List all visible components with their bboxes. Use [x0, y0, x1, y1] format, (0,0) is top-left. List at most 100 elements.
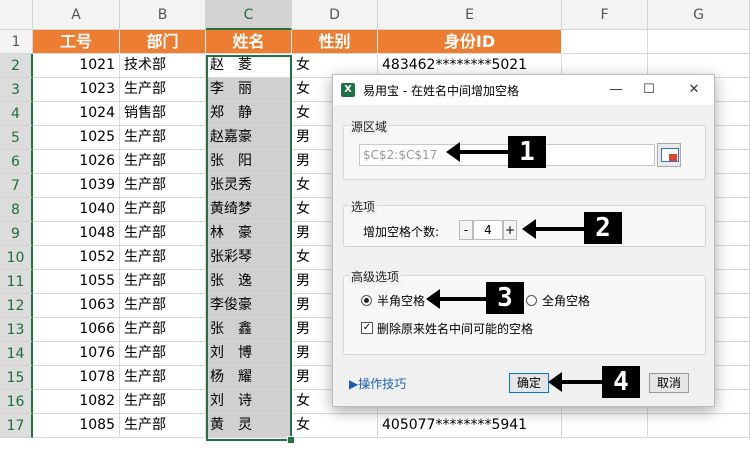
- remove-spaces-checkbox[interactable]: ✓: [361, 322, 373, 334]
- row-header-9[interactable]: 9: [0, 222, 33, 246]
- fill-handle[interactable]: [287, 436, 295, 444]
- cell-dept[interactable]: 生产部: [120, 390, 206, 414]
- half-width-radio[interactable]: [361, 295, 372, 306]
- cell-id[interactable]: 1039: [33, 174, 120, 198]
- cell-id[interactable]: 1076: [33, 342, 120, 366]
- cell-name[interactable]: 黄 灵: [206, 414, 292, 438]
- cell-name[interactable]: 郑 静: [206, 102, 292, 126]
- empty-cell[interactable]: [562, 414, 648, 438]
- cell-dept[interactable]: 生产部: [120, 414, 206, 438]
- cell-name[interactable]: 李 丽: [206, 78, 292, 102]
- cell-id[interactable]: 1026: [33, 150, 120, 174]
- cell-id[interactable]: 1052: [33, 246, 120, 270]
- row-header-5[interactable]: 5: [0, 126, 33, 150]
- empty-cell[interactable]: [562, 30, 648, 54]
- cell-name[interactable]: 赵嘉豪: [206, 126, 292, 150]
- cell-name[interactable]: 黄绮梦: [206, 198, 292, 222]
- cell-id[interactable]: 1024: [33, 102, 120, 126]
- source-range-input[interactable]: $C$2:$C$17: [359, 144, 655, 166]
- row-header-2[interactable]: 2: [0, 54, 33, 78]
- row-header-8[interactable]: 8: [0, 198, 33, 222]
- cell-name[interactable]: 张 阳: [206, 150, 292, 174]
- maximize-button[interactable]: ☐: [636, 79, 662, 101]
- cell-dept[interactable]: 销售部: [120, 102, 206, 126]
- row-header-4[interactable]: 4: [0, 102, 33, 126]
- minimize-button[interactable]: —: [603, 79, 629, 101]
- column-header-d[interactable]: D: [292, 0, 378, 30]
- cell-dept[interactable]: 生产部: [120, 366, 206, 390]
- header-cell-id[interactable]: 工号: [33, 30, 120, 54]
- cell-dept[interactable]: 生产部: [120, 342, 206, 366]
- cell-id[interactable]: 1066: [33, 318, 120, 342]
- column-header-c[interactable]: C: [206, 0, 292, 30]
- dialog-titlebar[interactable]: X 易用宝 - 在姓名中间增加空格 — ☐ ✕: [333, 75, 714, 105]
- cell-dept[interactable]: 生产部: [120, 294, 206, 318]
- spin-increment-button[interactable]: +: [503, 220, 517, 240]
- cell-name[interactable]: 张彩琴: [206, 246, 292, 270]
- row-header-10[interactable]: 10: [0, 246, 33, 270]
- row-header-12[interactable]: 12: [0, 294, 33, 318]
- tips-link[interactable]: ▶操作技巧: [349, 375, 406, 392]
- cell-id[interactable]: 1021: [33, 54, 120, 78]
- cell-name[interactable]: 张 鑫: [206, 318, 292, 342]
- row-header-1[interactable]: 1: [0, 30, 33, 54]
- full-width-radio[interactable]: [526, 295, 537, 306]
- cell-dept[interactable]: 生产部: [120, 198, 206, 222]
- range-picker-button[interactable]: [657, 143, 681, 167]
- cell-id[interactable]: 1055: [33, 270, 120, 294]
- cell-id[interactable]: 1048: [33, 222, 120, 246]
- column-header-b[interactable]: B: [120, 0, 206, 30]
- cell-sex[interactable]: 女: [292, 414, 378, 438]
- cell-dept[interactable]: 生产部: [120, 78, 206, 102]
- header-cell-name[interactable]: 姓名: [206, 30, 292, 54]
- spaces-count-input[interactable]: 4: [473, 220, 503, 240]
- cell-name[interactable]: 杨 耀: [206, 366, 292, 390]
- row-header-11[interactable]: 11: [0, 270, 33, 294]
- cell-id[interactable]: 1063: [33, 294, 120, 318]
- row-header-16[interactable]: 16: [0, 390, 33, 414]
- cancel-button[interactable]: 取消: [649, 373, 689, 393]
- cell-dept[interactable]: 生产部: [120, 174, 206, 198]
- cell-id[interactable]: 1025: [33, 126, 120, 150]
- row-header-13[interactable]: 13: [0, 318, 33, 342]
- row-header-17[interactable]: 17: [0, 414, 33, 438]
- header-cell-pid[interactable]: 身份ID: [378, 30, 562, 54]
- column-header-e[interactable]: E: [378, 0, 562, 30]
- cell-dept[interactable]: 生产部: [120, 222, 206, 246]
- cell-dept[interactable]: 生产部: [120, 150, 206, 174]
- cell-dept[interactable]: 技术部: [120, 54, 206, 78]
- spin-decrement-button[interactable]: -: [459, 220, 473, 240]
- cell-id[interactable]: 1085: [33, 414, 120, 438]
- row-header-6[interactable]: 6: [0, 150, 33, 174]
- cell-dept[interactable]: 生产部: [120, 246, 206, 270]
- row-header-3[interactable]: 3: [0, 78, 33, 102]
- row-header-14[interactable]: 14: [0, 342, 33, 366]
- empty-cell[interactable]: [648, 30, 750, 54]
- cell-name[interactable]: 林 豪: [206, 222, 292, 246]
- cell-name[interactable]: 李俊豪: [206, 294, 292, 318]
- row-header-15[interactable]: 15: [0, 366, 33, 390]
- cell-id[interactable]: 1040: [33, 198, 120, 222]
- cell-name[interactable]: 刘 博: [206, 342, 292, 366]
- header-cell-dept[interactable]: 部门: [120, 30, 206, 54]
- cell-name[interactable]: 赵 菱: [206, 54, 292, 78]
- cell-pid[interactable]: 405077********5941: [378, 414, 562, 438]
- column-header-f[interactable]: F: [562, 0, 648, 30]
- cell-name[interactable]: 刘 诗: [206, 390, 292, 414]
- select-all-corner[interactable]: [0, 0, 33, 30]
- cell-dept[interactable]: 生产部: [120, 126, 206, 150]
- ok-button[interactable]: 确定: [509, 373, 549, 393]
- empty-cell[interactable]: [648, 414, 750, 438]
- column-header-a[interactable]: A: [33, 0, 120, 30]
- cell-name[interactable]: 张灵秀: [206, 174, 292, 198]
- cell-dept[interactable]: 生产部: [120, 318, 206, 342]
- cell-name[interactable]: 张 逸: [206, 270, 292, 294]
- cell-id[interactable]: 1078: [33, 366, 120, 390]
- cell-id[interactable]: 1023: [33, 78, 120, 102]
- column-header-g[interactable]: G: [648, 0, 750, 30]
- cell-dept[interactable]: 生产部: [120, 270, 206, 294]
- header-cell-sex[interactable]: 性别: [292, 30, 378, 54]
- row-header-7[interactable]: 7: [0, 174, 33, 198]
- close-button[interactable]: ✕: [681, 79, 707, 101]
- cell-id[interactable]: 1082: [33, 390, 120, 414]
